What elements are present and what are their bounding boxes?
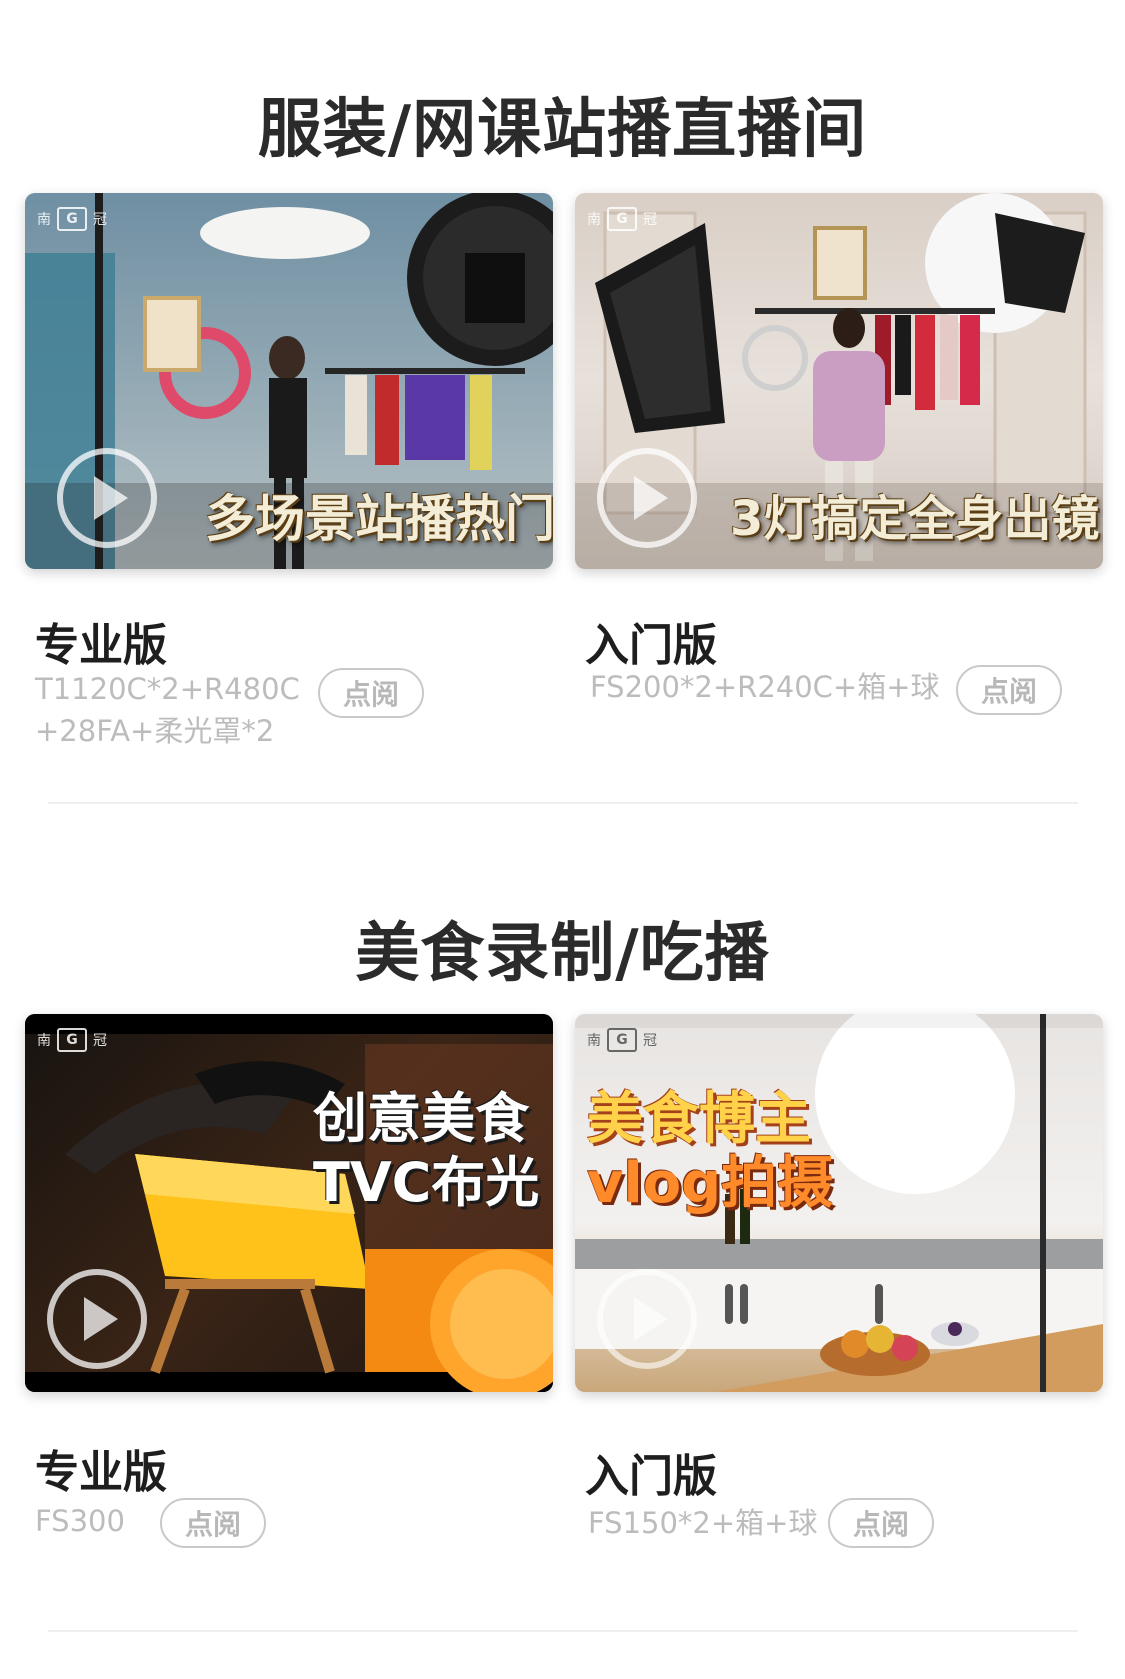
spec-line: T1120C*2+R480C [35,672,300,706]
video-card-basic-food[interactable]: 南 G 冠 美食博主 vlog拍摄 [575,1014,1103,1392]
brand-logo: 南 G 冠 [37,1028,107,1052]
brand-char: 冠 [643,212,657,228]
brand-char: 冠 [643,1033,657,1049]
brand-char: 南 [37,1033,51,1049]
brand-logo-icon: G [607,1028,637,1052]
brand-char: 冠 [93,1033,107,1049]
play-icon[interactable] [47,1269,147,1369]
read-button[interactable]: 点阅 [828,1498,934,1548]
brand-logo: 南 G 冠 [587,1028,657,1052]
read-button[interactable]: 点阅 [318,668,424,718]
spec-line: +28FA+柔光罩*2 [35,714,275,748]
brand-logo-icon: G [57,207,87,231]
video-card-pro-clothing[interactable]: 南 G 冠 多场景站播热门 [25,193,553,569]
play-icon[interactable] [597,448,697,548]
overlay-caption: 3灯搞定全身出镜 [730,491,1100,547]
edition-title: 专业版 [35,1447,167,1498]
overlay-caption-line2: vlog拍摄 [587,1151,834,1216]
video-card-basic-clothing[interactable]: 南 G 冠 3灯搞定全身出镜 [575,193,1103,569]
spec-line: FS200*2+R240C+箱+球 [590,670,940,704]
brand-logo-icon: G [607,207,637,231]
edition-title: 专业版 [35,620,167,671]
play-icon[interactable] [57,448,157,548]
read-button[interactable]: 点阅 [956,665,1062,715]
brand-char: 南 [587,1033,601,1049]
read-button[interactable]: 点阅 [160,1498,266,1548]
brand-char: 冠 [93,212,107,228]
brand-char: 南 [37,212,51,228]
overlay-caption-line2: TVC布光 [313,1151,540,1214]
play-icon[interactable] [597,1269,697,1369]
edition-title: 入门版 [585,1451,717,1502]
spec-line: FS300 [35,1504,125,1538]
brand-logo-icon: G [57,1028,87,1052]
section-divider [48,802,1078,804]
overlay-caption: 多场景站播热门 [205,490,553,548]
brand-char: 南 [587,212,601,228]
edition-title: 入门版 [585,620,717,671]
section-title: 服装/网课站播直播间 [257,93,868,167]
section-divider [48,1630,1078,1632]
brand-logo: 南 G 冠 [587,207,657,231]
video-card-pro-food[interactable]: 南 G 冠 创意美食 TVC布光 [25,1014,553,1392]
section-title: 美食录制/吃播 [355,917,770,991]
brand-logo: 南 G 冠 [37,207,107,231]
spec-line: FS150*2+箱+球 [588,1506,818,1540]
